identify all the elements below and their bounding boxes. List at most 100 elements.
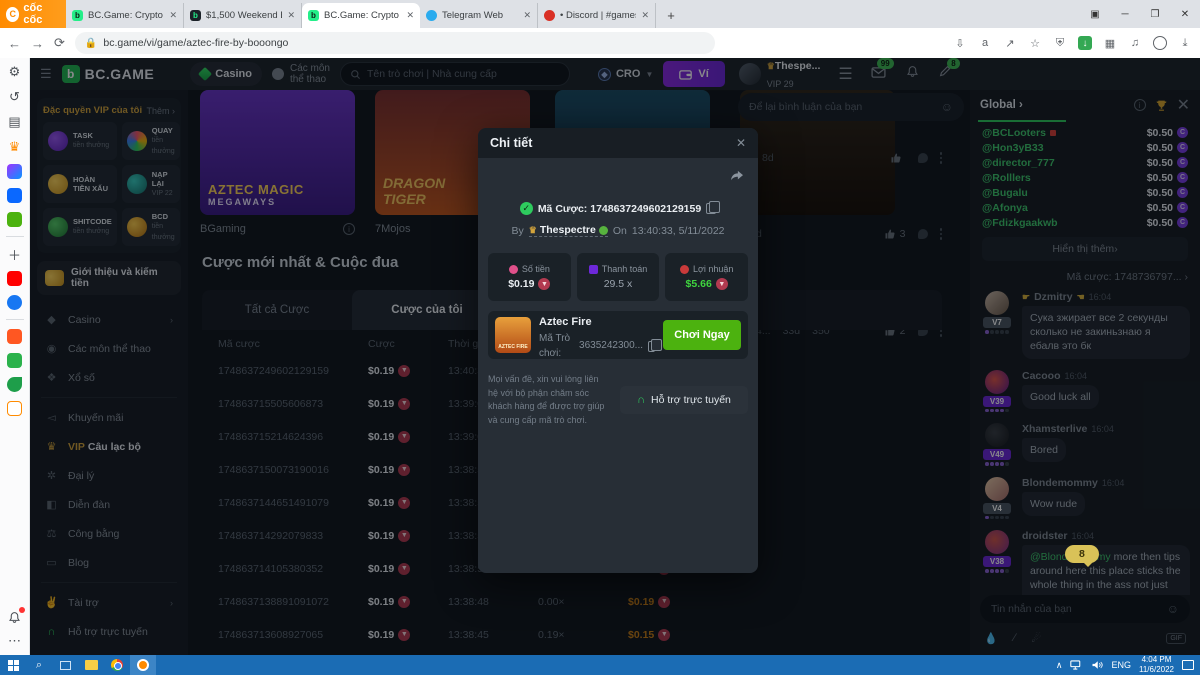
chat-message-input[interactable]: Tin nhắn của bạn ☺ [980,595,1190,623]
sidebar-item-affiliate[interactable]: ✲ Đại lý [37,461,181,490]
vip-more-link[interactable]: Thêm › [146,106,175,116]
sidebar-item-fairness[interactable]: ⚖ Công bằng [37,519,181,548]
tip-username[interactable]: @Rolllers [982,172,1031,184]
chat-room-selector[interactable]: Global › [980,99,1023,111]
emoji-icon[interactable]: ☺ [941,100,953,114]
chat-username[interactable]: droidster [1022,530,1068,542]
tile-spin-bonus[interactable]: QUAYtiền thưởng [122,122,180,160]
tip-username[interactable]: @Fdizkgaakwb [982,217,1058,229]
sidebar-item-sponsorship[interactable]: ✌ Tài trợ › [37,588,181,617]
bet-author-link[interactable]: ♛Thespectre [529,224,608,237]
sidebar-item-promotions[interactable]: ◅ Khuyến mãi [37,403,181,432]
game-thumbnail[interactable]: AZTEC FIRE [495,317,531,353]
tip-username[interactable]: @director_777 [982,157,1055,169]
play-now-button[interactable]: Chơi Ngay [663,320,741,350]
sidebar-item-lottery[interactable]: ❖ Xổ số [37,363,181,392]
info-icon[interactable]: i [343,223,355,235]
sidebar-item-sports[interactable]: ◉ Các môn thể thao [37,334,181,363]
settings-gear-icon[interactable]: ⚙ [7,64,23,80]
tile-rakeback[interactable]: HOÀN TIỀN XẤU [43,165,117,203]
avatar[interactable] [985,370,1009,394]
comment-input[interactable]: Để lại bình luận của bạn ☺ [738,93,964,121]
fire-icon[interactable]: ☄ [1032,632,1042,645]
more-options-icon[interactable]: ⋯ [7,633,23,649]
wallet-button[interactable]: Ví [663,61,724,87]
action-center-icon[interactable] [1182,660,1194,670]
coccoc-taskbar-icon[interactable] [130,655,156,675]
sidebar-item-blog[interactable]: ▭ Blog [37,548,181,577]
rain-drop-icon[interactable]: 💧 [984,632,998,645]
close-window-button[interactable]: ✕ [1170,9,1200,20]
network-icon[interactable] [1070,660,1083,670]
games-controller-icon[interactable] [7,212,22,227]
notifications-bell-icon[interactable] [7,609,23,625]
media-icon[interactable]: ♫ [1128,36,1142,50]
downloads-icon[interactable]: ⤓ [1178,36,1192,50]
currency-selector[interactable]: ◆ CRO ▼ [598,68,653,81]
file-explorer-icon[interactable] [78,655,104,675]
leaf-icon[interactable] [7,377,22,392]
tile-task-bonus[interactable]: TASKtiền thưởng [43,122,117,160]
start-button[interactable] [0,655,26,675]
tab-search-icon[interactable]: ▣ [1080,9,1110,20]
chat-username[interactable]: Blondemommy [1022,477,1098,489]
facebook-icon[interactable] [7,295,22,310]
taskbar-clock[interactable]: 4:04 PM11/6/2022 [1139,655,1174,674]
bcgame-logo[interactable]: b BC.GAME [62,65,155,83]
crown-icon[interactable]: ♛ [7,139,23,155]
bet-row[interactable]: 1748637138891091072 $0.19▼ 13:38:48 0.00… [202,585,942,618]
tip-username[interactable]: @Bugalu [982,187,1028,199]
avatar[interactable] [985,530,1009,554]
hamburger-menu-icon[interactable]: ☰ [40,66,52,82]
news-feed-icon[interactable]: ▤ [7,114,23,130]
live-support-button[interactable]: ∩ Hỗ trợ trực tuyến [620,386,748,414]
avatar[interactable] [985,423,1009,447]
emoji-icon[interactable]: ☺ [1167,602,1179,616]
mail-icon[interactable]: 99 [871,65,886,83]
game-card-aztec-magic[interactable]: AZTEC MAGIC MEGAWAYS [200,90,355,215]
history-icon[interactable]: ↺ [7,89,23,105]
show-more-button[interactable]: Hiển thị thêm › [982,237,1188,261]
like-button[interactable]: 3 [884,228,906,240]
youtube-icon[interactable] [7,271,22,286]
share-arrow-icon[interactable] [730,170,744,182]
user-account[interactable]: ♛Thespe... VIP 29 [739,56,821,91]
chat-username[interactable]: Cacooo [1022,370,1061,382]
provider-name[interactable]: 7Mojos [375,223,410,235]
forward-button[interactable]: → [31,36,44,51]
reload-button[interactable]: ⟳ [54,35,65,51]
tab-all-bets[interactable]: Tất cả Cược [202,290,352,330]
download-active-icon[interactable]: ↓ [1078,36,1092,50]
new-tab-button[interactable]: + [660,4,682,26]
shield-icon[interactable]: ⛨ [1053,36,1067,50]
comment-bubble-icon[interactable] [918,153,928,163]
tab-close-icon[interactable]: ✕ [287,10,295,21]
like-button[interactable] [890,152,906,164]
copy-icon[interactable] [648,341,655,352]
url-field[interactable]: 🔒 bc.game/vi/game/aztec-fire-by-booongo [75,32,715,54]
hidden-icons-caret[interactable]: ∧ [1056,660,1063,671]
sidebar-item-vip-club[interactable]: ♛ VIP Câu lạc bộ [37,432,181,461]
sidebar-item-forum[interactable]: ◧ Diễn đàn [37,490,181,519]
bet-id-link[interactable]: Mã cược: 1748736797... › [982,271,1188,283]
avatar[interactable] [985,477,1009,501]
slash-command-icon[interactable]: ∕ [1014,632,1016,644]
tab-telegram[interactable]: Telegram Web ✕ [420,3,538,28]
save-page-icon[interactable]: ⇩ [953,36,967,50]
notifications-bell-icon[interactable] [906,65,919,83]
more-menu-icon[interactable] [940,152,943,164]
tile-shitcode[interactable]: SHITCODEtiền thưởng [43,208,117,246]
trophy-icon[interactable] [1155,99,1168,112]
extensions-puzzle-icon[interactable]: ▦ [1103,36,1117,50]
sidebar-item-live-support[interactable]: ∩ Hỗ trợ trực tuyến [37,617,181,646]
nav-casino-tab[interactable]: Casino [190,62,262,86]
minimize-button[interactable]: ─ [1110,9,1140,20]
copy-icon[interactable] [706,203,716,214]
gif-icon[interactable]: GIF [1166,633,1186,644]
bet-list-icon[interactable]: ☰ [838,64,852,84]
bookmark-star-icon[interactable]: ☆ [1028,36,1042,50]
messenger-icon[interactable] [7,164,22,179]
task-view-icon[interactable] [52,655,78,675]
tip-username[interactable]: @BCLooters [982,127,1046,139]
tab-bcgame-1[interactable]: b BC.Game: Crypto Casino Gan ✕ [66,3,184,28]
